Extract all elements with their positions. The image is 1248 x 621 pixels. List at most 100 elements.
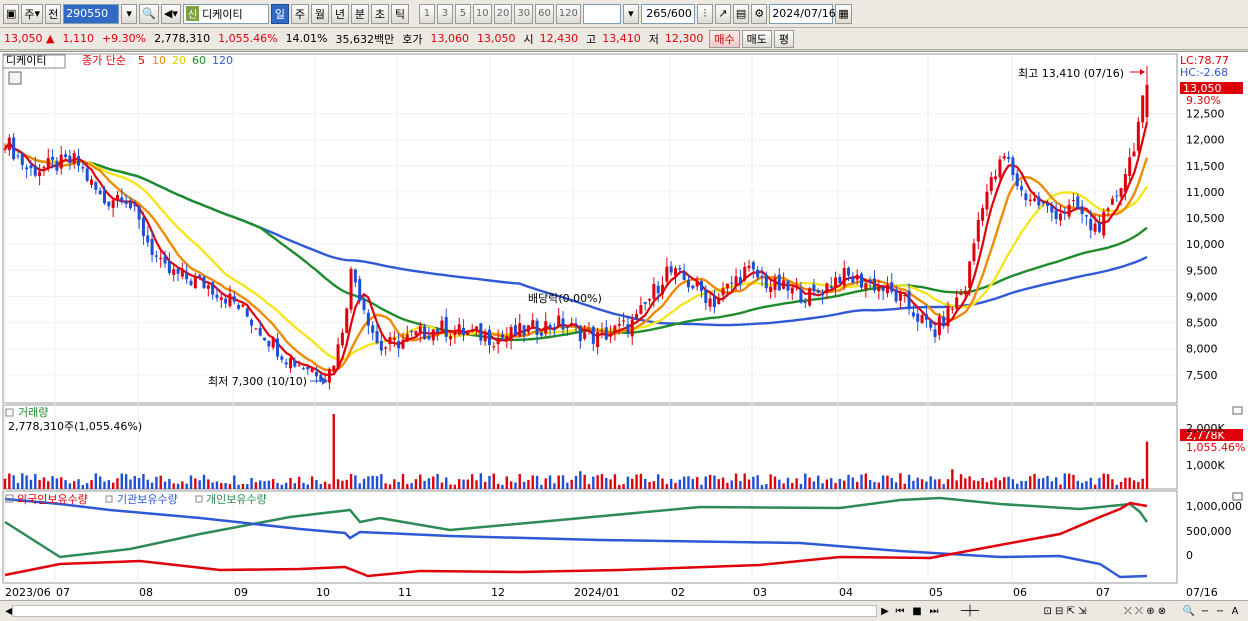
candle-body: [470, 329, 474, 333]
period-week[interactable]: 주: [290, 3, 309, 24]
zoom-in-icon[interactable]: −: [1213, 603, 1227, 619]
speaker-icon[interactable]: ◀▾: [160, 3, 181, 24]
candle-body: [648, 298, 652, 301]
panel-settings-icon[interactable]: [8, 71, 22, 85]
zoom-out-icon[interactable]: −: [1198, 603, 1212, 619]
dropdown-icon[interactable]: ▾: [121, 3, 138, 24]
x-label-12: 06: [1013, 586, 1027, 599]
view-tools[interactable]: ⊡ ⊟ ⇱ ⇲: [1025, 603, 1105, 619]
candle-body: [1071, 200, 1075, 202]
volume-bar: [336, 479, 340, 489]
volume-bar: [246, 484, 249, 489]
volume-bar: [496, 483, 500, 489]
chart-area[interactable]: 12,500 12,000 11,500 11,000 10,500 10,000 9,50…: [0, 51, 1248, 603]
interval-20[interactable]: 20: [493, 3, 513, 24]
volume-bar: [778, 479, 781, 489]
prev-button[interactable]: 전: [45, 3, 62, 24]
save-icon[interactable]: ▤: [732, 3, 750, 24]
volume-bar: [436, 473, 439, 489]
candle-body: [475, 326, 479, 331]
candle-body: [972, 243, 976, 262]
gear-icon[interactable]: ⚙: [751, 3, 768, 24]
interval-3[interactable]: 3: [436, 3, 453, 24]
candle-body: [319, 374, 323, 381]
holdings-close-icon[interactable]: [1232, 492, 1243, 501]
window-icon[interactable]: ▣: [3, 3, 20, 24]
count-field[interactable]: 265 /600: [640, 3, 695, 24]
search-icon[interactable]: 🔍: [139, 3, 159, 24]
price-tick-9: 8,000: [1186, 343, 1218, 356]
candle-body: [241, 304, 245, 307]
interval-1[interactable]: 1: [418, 3, 435, 24]
candle-body: [245, 308, 249, 317]
period-year[interactable]: 년: [330, 3, 349, 24]
calendar-icon[interactable]: ▦: [835, 3, 852, 24]
market-select[interactable]: 주 ▾: [21, 3, 44, 24]
stop-icon[interactable]: ■: [910, 603, 924, 619]
volume-bar: [942, 484, 945, 489]
zoom-icon[interactable]: 🔍: [1182, 603, 1196, 619]
ma-label: 종가 단순: [82, 54, 126, 67]
volume-close-icon[interactable]: [1232, 406, 1243, 415]
volume-bar: [756, 475, 759, 489]
interval-dropdown-icon[interactable]: ▾: [622, 3, 639, 24]
price-tick-10: 7,500: [1186, 369, 1218, 382]
candle-body: [271, 337, 275, 348]
volume-bar: [384, 483, 387, 489]
period-month[interactable]: 월: [310, 3, 329, 24]
volume-bar: [998, 480, 1002, 489]
volume-bar: [648, 482, 651, 489]
custom-interval-input[interactable]: [582, 3, 621, 24]
candle-body: [211, 282, 215, 295]
volume-bar: [933, 479, 937, 489]
volume-bar: [181, 481, 184, 489]
scroll-right-icon[interactable]: ▶: [878, 603, 892, 619]
interval-30[interactable]: 30: [514, 3, 534, 24]
volume-bar: [920, 479, 924, 489]
interval-5[interactable]: 5: [454, 3, 471, 24]
sell-button[interactable]: 매도: [741, 29, 772, 48]
drawing-tools[interactable]: ⤫ ⤬ ⊕ ⊗: [1110, 603, 1180, 619]
volume-bar: [886, 475, 889, 489]
candle-body: [401, 339, 405, 349]
candle-body: [141, 217, 145, 237]
interval-120[interactable]: 120: [555, 3, 581, 24]
interval-60[interactable]: 60: [535, 3, 554, 24]
candle-body: [1102, 211, 1106, 236]
candle-body: [219, 297, 223, 300]
ma60-label: 60: [192, 54, 206, 67]
candle-body: [1106, 208, 1110, 211]
stock-name-field[interactable]: 신 디케이티: [182, 3, 269, 24]
volume-bar: [721, 477, 725, 489]
interval-10[interactable]: 10: [472, 3, 492, 24]
volume-bar: [830, 478, 833, 489]
stock-code-input[interactable]: 290550: [63, 3, 120, 24]
candle-body: [604, 327, 608, 340]
volume-tick-1: 1,000K: [1186, 459, 1225, 472]
period-second[interactable]: 초: [370, 3, 389, 24]
candle-body: [397, 341, 401, 349]
font-icon[interactable]: A: [1228, 603, 1242, 619]
jump-start-icon[interactable]: ⏮: [893, 603, 907, 619]
candle-body: [877, 285, 881, 292]
volume-bar: [345, 479, 348, 489]
draw-tool-icon[interactable]: ↗: [714, 3, 731, 24]
stock-chart[interactable]: 12,500 12,000 11,500 11,000 10,500 10,000 9,50…: [0, 52, 1248, 601]
period-minute[interactable]: 분: [350, 3, 369, 24]
price-tick-5: 10,000: [1186, 238, 1225, 251]
volume-bar: [375, 476, 379, 489]
buy-button[interactable]: 매수: [709, 29, 740, 48]
eval-button[interactable]: 평: [773, 29, 794, 48]
candle-body: [1063, 212, 1067, 214]
candle-tool-icon[interactable]: ⫶: [696, 3, 713, 24]
volume-bar: [427, 478, 431, 489]
period-tick[interactable]: 틱: [390, 3, 409, 24]
zoom-slider[interactable]: ─┼─: [950, 603, 990, 619]
volume-bar: [531, 475, 534, 489]
scroll-track[interactable]: [12, 605, 877, 617]
volume-bar: [812, 481, 816, 489]
jump-end-icon[interactable]: ⏭: [927, 603, 941, 619]
period-day[interactable]: 일: [270, 3, 289, 24]
date-input[interactable]: 2024/07/16: [769, 3, 836, 24]
volume-bar: [678, 479, 682, 489]
